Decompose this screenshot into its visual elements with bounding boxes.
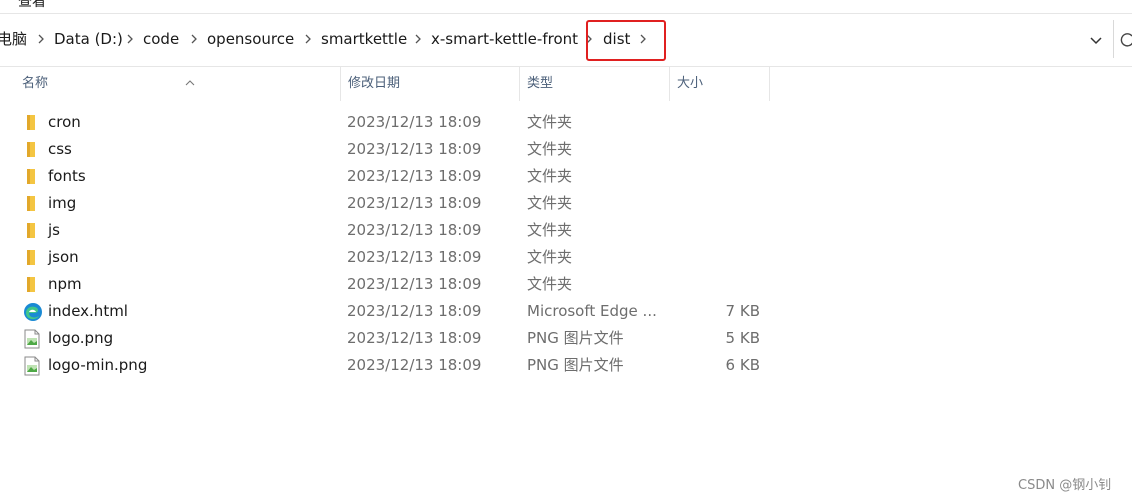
file-date: 2023/12/13 18:09	[347, 275, 482, 293]
file-type: 文件夹	[527, 113, 573, 131]
file-row[interactable]: npm 2023/12/13 18:09 文件夹	[0, 271, 780, 298]
address-bar[interactable]: 电脑 Data (D:) code opensource smartkettle…	[0, 20, 1132, 58]
chevron-right-icon[interactable]	[188, 29, 200, 49]
column-header: 名称 修改日期 类型 大小	[0, 67, 1132, 101]
column-divider[interactable]	[769, 67, 770, 101]
chevron-right-icon[interactable]	[124, 29, 136, 49]
file-type: 文件夹	[527, 221, 573, 239]
file-name: npm	[48, 275, 82, 293]
file-name: index.html	[48, 302, 128, 320]
file-row[interactable]: logo.png 2023/12/13 18:09 PNG 图片文件 5 KB	[0, 325, 780, 352]
file-date: 2023/12/13 18:09	[347, 248, 482, 266]
file-size	[690, 190, 760, 217]
file-name: fonts	[48, 167, 86, 185]
crumb-drive[interactable]: Data (D:)	[54, 29, 123, 49]
folder-icon	[23, 275, 41, 294]
file-size: 6 KB	[725, 356, 760, 374]
file-row[interactable]: fonts 2023/12/13 18:09 文件夹	[0, 163, 780, 190]
chevron-down-icon[interactable]	[1086, 30, 1106, 50]
file-row[interactable]: json 2023/12/13 18:09 文件夹	[0, 244, 780, 271]
menu-view[interactable]: 查看	[18, 0, 46, 11]
file-size: 7 KB	[725, 302, 760, 320]
file-size	[690, 109, 760, 136]
file-size	[690, 136, 760, 163]
file-size	[690, 163, 760, 190]
file-row[interactable]: js 2023/12/13 18:09 文件夹	[0, 217, 780, 244]
file-date: 2023/12/13 18:09	[347, 302, 482, 320]
file-date: 2023/12/13 18:09	[347, 221, 482, 239]
folder-icon	[23, 221, 41, 240]
folder-icon	[23, 113, 41, 132]
file-name: logo-min.png	[48, 356, 148, 374]
file-row[interactable]: logo-min.png 2023/12/13 18:09 PNG 图片文件 6 KB	[0, 352, 780, 379]
file-type: PNG 图片文件	[527, 329, 624, 347]
file-date: 2023/12/13 18:09	[347, 194, 482, 212]
file-name: json	[48, 248, 79, 266]
file-type: 文件夹	[527, 140, 573, 158]
file-type: 文件夹	[527, 194, 573, 212]
highlight-box	[586, 20, 666, 61]
image-file-icon	[23, 356, 41, 376]
file-type: 文件夹	[527, 167, 573, 185]
folder-icon	[23, 248, 41, 267]
file-type: PNG 图片文件	[527, 356, 624, 374]
column-header-type[interactable]: 类型	[519, 67, 669, 101]
crumb-front[interactable]: x-smart-kettle-front	[431, 29, 578, 49]
file-date: 2023/12/13 18:09	[347, 167, 482, 185]
column-header-date[interactable]: 修改日期	[340, 67, 520, 101]
file-row[interactable]: css 2023/12/13 18:09 文件夹	[0, 136, 780, 163]
folder-icon	[23, 167, 41, 186]
file-date: 2023/12/13 18:09	[347, 113, 482, 131]
file-name: js	[48, 221, 60, 239]
file-size: 5 KB	[725, 329, 760, 347]
file-date: 2023/12/13 18:09	[347, 356, 482, 374]
chevron-right-icon[interactable]	[35, 29, 47, 49]
sort-ascending-icon	[184, 66, 196, 86]
file-name: logo.png	[48, 329, 114, 347]
refresh-icon[interactable]	[1118, 30, 1132, 50]
folder-icon	[23, 194, 41, 213]
file-name: img	[48, 194, 77, 212]
file-type: Microsoft Edge ...	[527, 302, 657, 320]
watermark: CSDN @钢小钊	[1018, 478, 1112, 493]
chevron-right-icon[interactable]	[412, 29, 424, 49]
menu-bar: 查看	[0, 0, 1132, 14]
file-size	[690, 271, 760, 298]
file-type: 文件夹	[527, 248, 573, 266]
edge-icon	[23, 302, 42, 321]
file-row[interactable]: img 2023/12/13 18:09 文件夹	[0, 190, 780, 217]
column-header-size[interactable]: 大小	[669, 67, 769, 101]
crumb-smartkettle[interactable]: smartkettle	[321, 29, 407, 49]
file-row[interactable]: index.html 2023/12/13 18:09 Microsoft Edge…	[0, 298, 780, 325]
file-date: 2023/12/13 18:09	[347, 140, 482, 158]
crumb-this-pc[interactable]: 电脑	[0, 29, 27, 49]
file-size	[690, 217, 760, 244]
file-row[interactable]: cron 2023/12/13 18:09 文件夹	[0, 109, 780, 136]
file-size	[690, 244, 760, 271]
folder-icon	[23, 140, 41, 159]
image-file-icon	[23, 329, 41, 349]
crumb-code[interactable]: code	[143, 29, 179, 49]
toolbar-divider	[1113, 20, 1114, 58]
crumb-opensource[interactable]: opensource	[207, 29, 294, 49]
file-date: 2023/12/13 18:09	[347, 329, 482, 347]
column-header-name[interactable]: 名称	[14, 67, 340, 101]
file-type: 文件夹	[527, 275, 573, 293]
chevron-right-icon[interactable]	[302, 29, 314, 49]
file-name: css	[48, 140, 72, 158]
file-name: cron	[48, 113, 81, 131]
